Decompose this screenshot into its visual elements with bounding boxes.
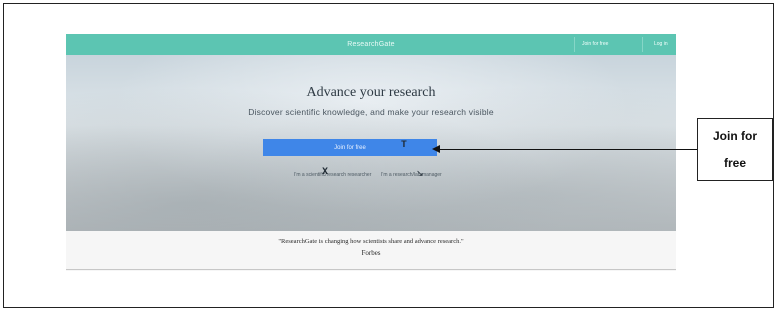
callout-box: Join for free <box>697 118 773 181</box>
top-navigation-bar: ResearchGate Join for free Log in <box>66 34 676 55</box>
testimonial-quote: "ResearchGate is changing how scientists… <box>278 238 464 245</box>
testimonial-author: Forbes <box>361 249 381 257</box>
hero-section: Advance your research Discover scientifi… <box>66 55 676 231</box>
nav-join-link[interactable]: Join for free <box>582 34 608 55</box>
manager-signup-link[interactable]: I'm a research/lab manager <box>381 172 442 178</box>
cursor-icon: ↘ <box>416 168 424 178</box>
callout-arrow-line <box>437 149 697 150</box>
join-button-label: Join for free <box>334 145 366 151</box>
cursor-icon: 𝐓 <box>401 139 407 149</box>
callout-label-line2: free <box>723 156 746 170</box>
nav-login-link[interactable]: Log in <box>654 34 668 55</box>
researcher-signup-link[interactable]: I'm a scientific/research researcher <box>294 172 371 178</box>
cursor-icon: 𝐗 <box>322 166 329 176</box>
nav-divider <box>574 37 575 52</box>
testimonial-band: "ResearchGate is changing how scientists… <box>66 231 676 271</box>
divider <box>66 269 676 270</box>
researchgate-landing-page: ResearchGate Join for free Log in Advanc… <box>66 34 676 271</box>
join-for-free-button[interactable]: Join for free <box>263 139 437 156</box>
arrow-left-icon <box>432 145 440 153</box>
nav-divider <box>642 37 643 52</box>
callout-label-line1: Join for <box>713 129 757 143</box>
hero-subtitle: Discover scientific knowledge, and make … <box>248 107 494 117</box>
hero-title: Advance your research <box>306 85 436 100</box>
